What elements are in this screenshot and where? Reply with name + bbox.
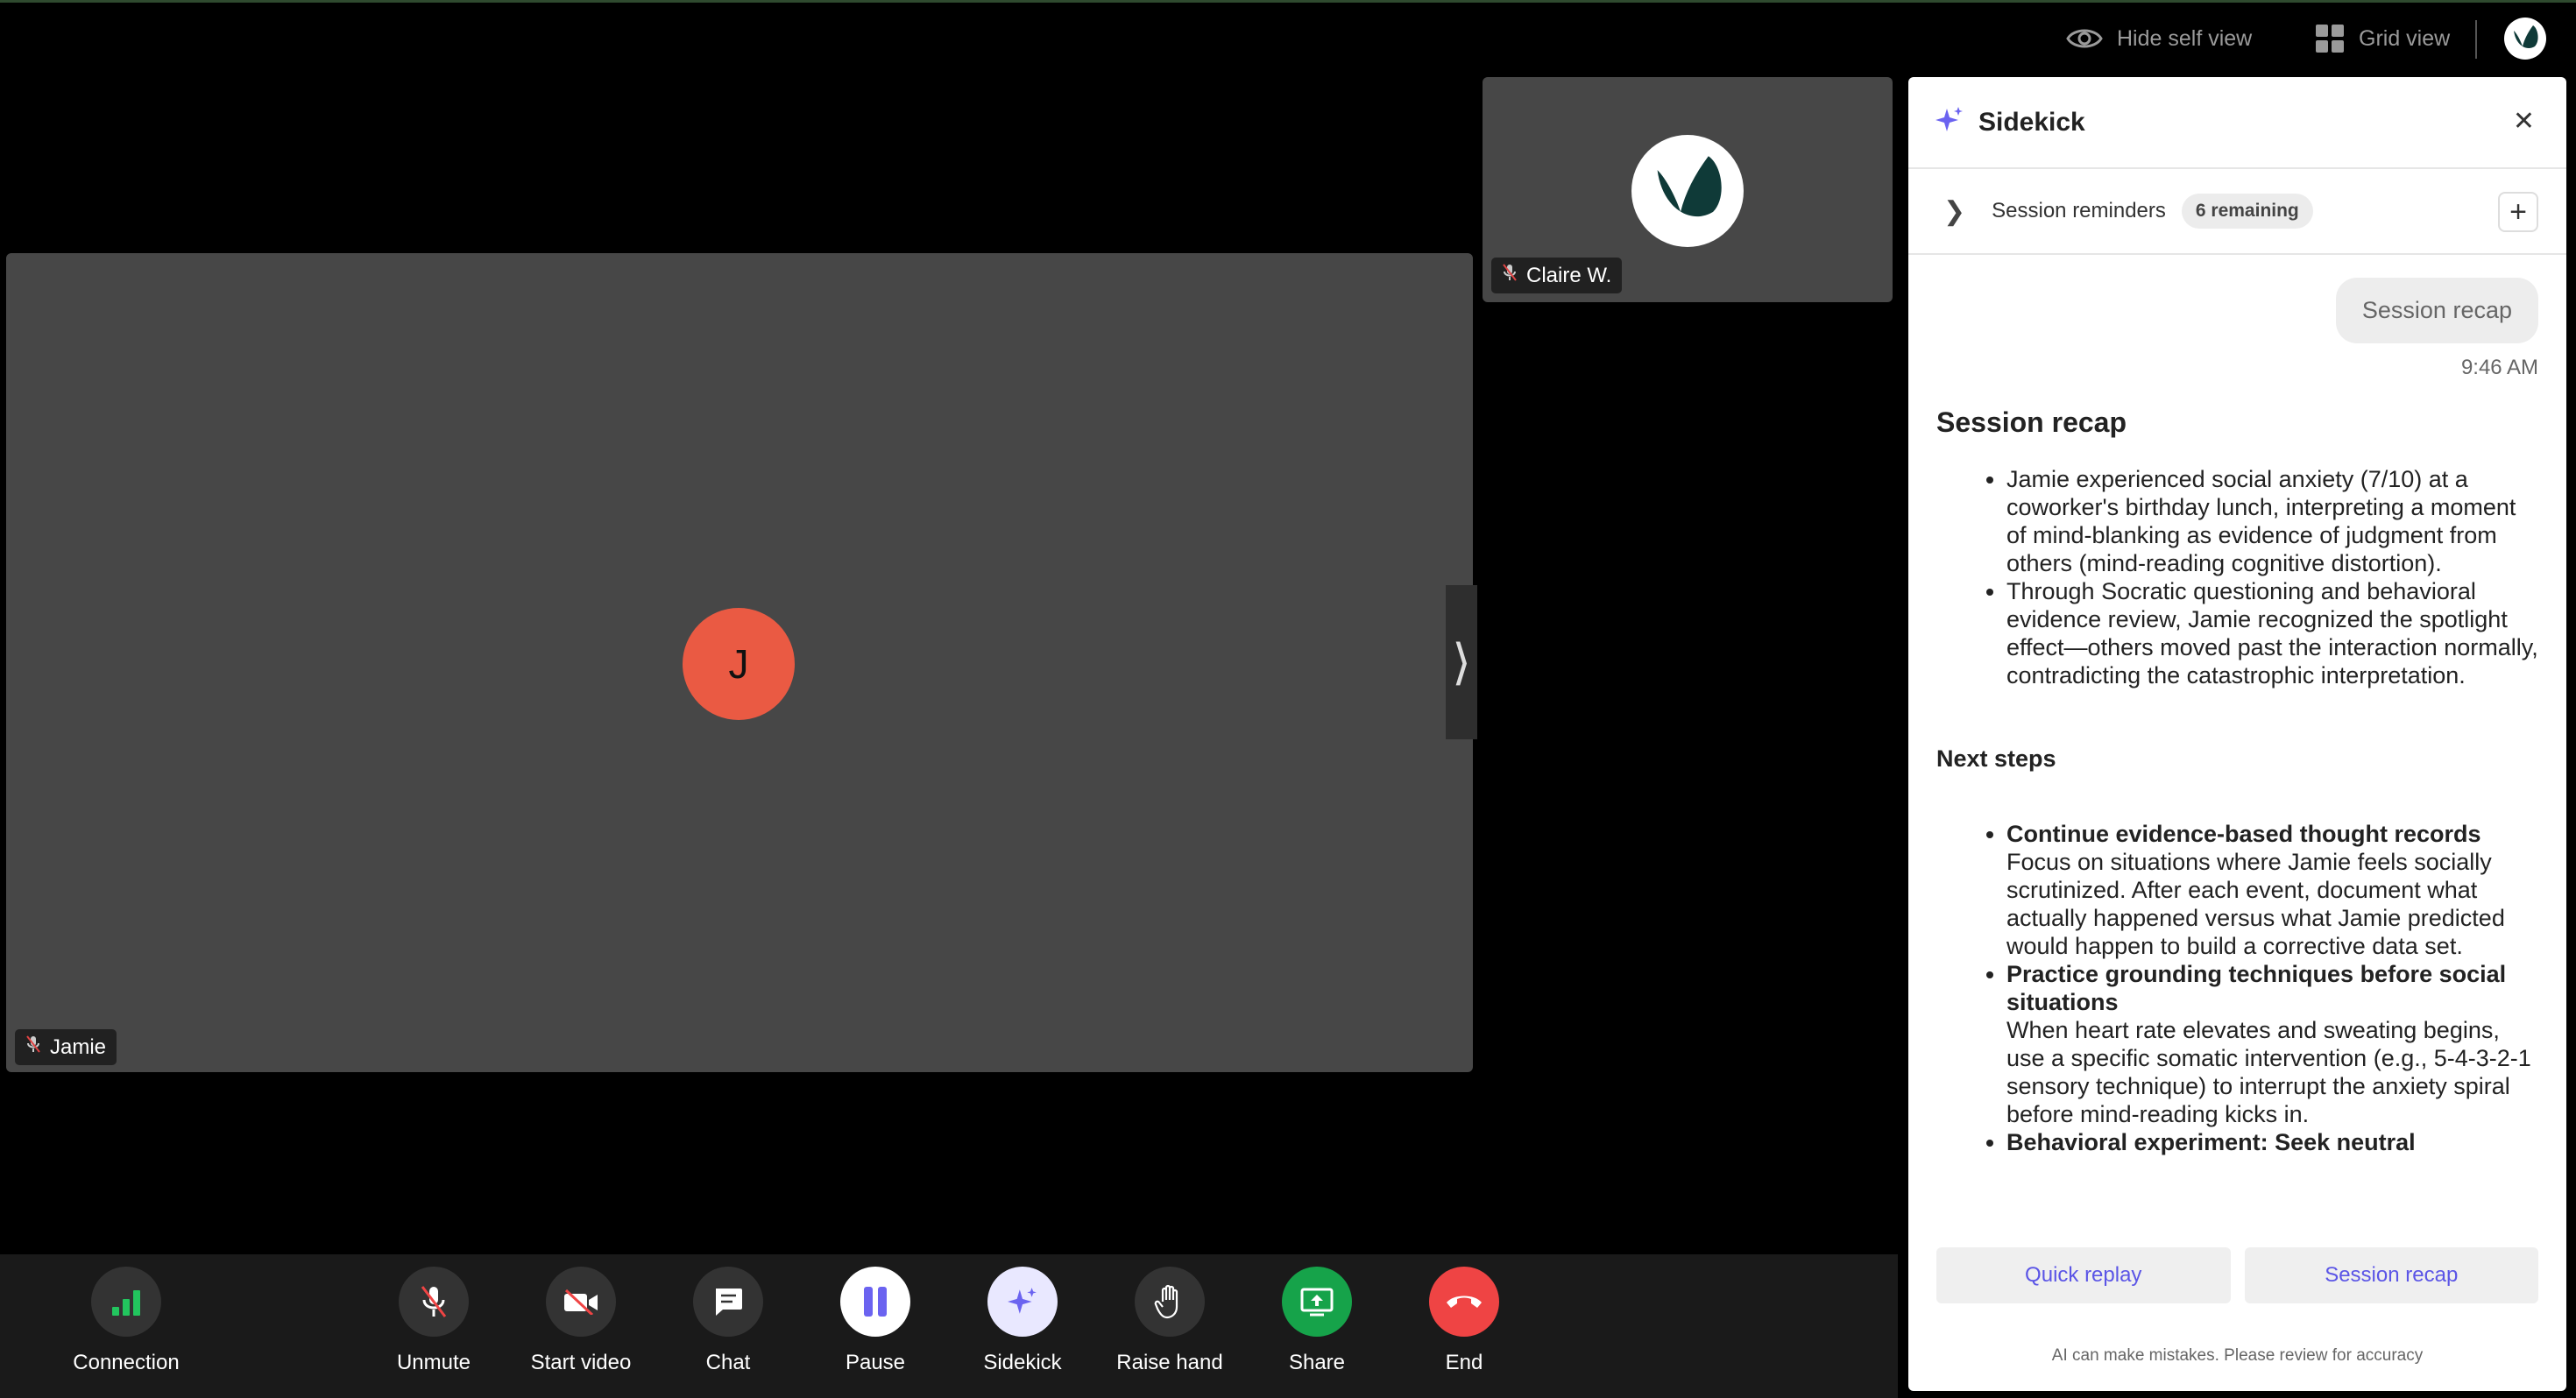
start-video-label: Start video bbox=[530, 1351, 632, 1374]
ai-disclaimer: AI can make mistakes. Please review for … bbox=[2051, 1346, 2424, 1365]
pause-button[interactable]: Pause bbox=[814, 1267, 937, 1375]
chat-thread[interactable]: Session recap 9:46 AM Session recap Jami… bbox=[1908, 255, 2566, 1227]
chevron-right-icon: ❯ bbox=[1943, 196, 1966, 226]
participant-name: Claire W. bbox=[1526, 263, 1612, 287]
avatar: J bbox=[683, 608, 795, 720]
grid-view-button[interactable]: Grid view bbox=[2315, 20, 2450, 57]
step-title: Continue evidence-based thought records bbox=[2006, 821, 2481, 847]
step-body: Focus on situations where Jamie feels so… bbox=[2006, 849, 2505, 959]
end-call-button[interactable]: End bbox=[1403, 1267, 1525, 1375]
connection-button[interactable]: Connection bbox=[65, 1267, 188, 1375]
secondary-video-tile: Claire W. bbox=[1483, 77, 1893, 302]
main-video-tile: J Jamie bbox=[6, 253, 1473, 1072]
session-recap-button[interactable]: Session recap bbox=[2244, 1247, 2538, 1303]
user-message-bubble: Session recap bbox=[2335, 278, 2538, 343]
connection-label: Connection bbox=[73, 1351, 180, 1374]
start-video-button[interactable]: Start video bbox=[520, 1267, 642, 1375]
list-item: Through Socratic questioning and behavio… bbox=[2006, 577, 2538, 689]
muted-mic-icon bbox=[1502, 263, 1518, 288]
eye-icon bbox=[2066, 25, 2103, 52]
chevron-right-icon: ⟩ bbox=[1452, 634, 1471, 689]
sparkle-icon bbox=[987, 1267, 1058, 1337]
recap-heading: Session recap bbox=[1936, 406, 2127, 438]
avatar-initial: J bbox=[728, 641, 749, 687]
chat-label: Chat bbox=[705, 1351, 751, 1374]
muted-mic-icon bbox=[25, 1034, 41, 1060]
raise-hand-label: Raise hand bbox=[1116, 1351, 1223, 1374]
unmute-button[interactable]: Unmute bbox=[372, 1267, 495, 1375]
list-item: Jamie experienced social anxiety (7/10) … bbox=[2006, 465, 2538, 577]
close-icon[interactable]: ✕ bbox=[2513, 109, 2535, 135]
share-label: Share bbox=[1288, 1351, 1346, 1374]
grid-view-label: Grid view bbox=[2359, 25, 2451, 51]
quick-actions: Quick replay Session recap bbox=[1936, 1247, 2538, 1303]
muted-mic-icon bbox=[399, 1267, 469, 1337]
share-screen-icon bbox=[1282, 1267, 1352, 1337]
reminders-label: Session reminders bbox=[1992, 199, 2166, 222]
divider bbox=[2475, 20, 2477, 59]
collapse-panel-handle[interactable]: ⟩ bbox=[1446, 585, 1477, 739]
message-timestamp: 9:46 AM bbox=[2460, 356, 2538, 379]
participant-name-tag: Claire W. bbox=[1491, 258, 1623, 293]
sidekick-panel: Sidekick ✕ ❯ Session reminders 6 remaini… bbox=[1908, 77, 2566, 1391]
sidekick-button[interactable]: Sidekick bbox=[961, 1267, 1084, 1375]
sidekick-label: Sidekick bbox=[983, 1351, 1062, 1374]
next-steps-heading: Next steps bbox=[1936, 745, 2056, 772]
reminders-badge: 6 remaining bbox=[2181, 194, 2313, 229]
unmute-label: Unmute bbox=[396, 1351, 471, 1374]
signal-icon bbox=[91, 1267, 161, 1337]
panel-header: Sidekick ✕ bbox=[1908, 77, 2566, 169]
participant-name: Jamie bbox=[50, 1034, 107, 1059]
list-item: Behavioral experiment: Seek neutral bbox=[2006, 1128, 2538, 1156]
raise-hand-button[interactable]: Raise hand bbox=[1108, 1267, 1231, 1375]
participant-name-tag: Jamie bbox=[15, 1029, 117, 1065]
list-item: Continue evidence-based thought records … bbox=[2006, 820, 2538, 960]
pause-label: Pause bbox=[845, 1351, 906, 1374]
next-steps-list: Continue evidence-based thought records … bbox=[2006, 820, 2538, 1156]
recap-list: Jamie experienced social anxiety (7/10) … bbox=[2006, 465, 2538, 689]
pause-icon bbox=[840, 1267, 910, 1337]
hide-self-view-label: Hide self view bbox=[2117, 25, 2253, 51]
add-reminder-button[interactable]: + bbox=[2498, 192, 2538, 232]
chat-icon bbox=[693, 1267, 763, 1337]
top-bar: Hide self view Grid view bbox=[0, 0, 2576, 70]
hang-up-icon bbox=[1429, 1267, 1499, 1337]
hide-self-view-button[interactable]: Hide self view bbox=[2066, 20, 2252, 57]
participant-logo-icon bbox=[1631, 135, 1744, 247]
step-title: Behavioral experiment: Seek neutral bbox=[2006, 1129, 2416, 1155]
video-off-icon bbox=[546, 1267, 616, 1337]
session-reminders-row[interactable]: ❯ Session reminders 6 remaining + bbox=[1908, 169, 2566, 255]
grid-icon bbox=[2315, 24, 2345, 53]
hand-icon bbox=[1135, 1267, 1205, 1337]
step-title: Practice grounding techniques before soc… bbox=[2006, 961, 2507, 1015]
brand-logo-icon[interactable] bbox=[2504, 18, 2546, 60]
chat-button[interactable]: Chat bbox=[667, 1267, 789, 1375]
list-item: Practice grounding techniques before soc… bbox=[2006, 960, 2538, 1128]
end-label: End bbox=[1445, 1351, 1483, 1374]
step-body: When heart rate elevates and sweating be… bbox=[2006, 1017, 2531, 1127]
panel-title: Sidekick bbox=[1978, 107, 2085, 137]
quick-replay-button[interactable]: Quick replay bbox=[1936, 1247, 2231, 1303]
sparkle-icon bbox=[1935, 105, 1964, 139]
share-button[interactable]: Share bbox=[1256, 1267, 1378, 1375]
meeting-toolbar: Connection Unmute Start video Chat Pause… bbox=[0, 1254, 1898, 1398]
